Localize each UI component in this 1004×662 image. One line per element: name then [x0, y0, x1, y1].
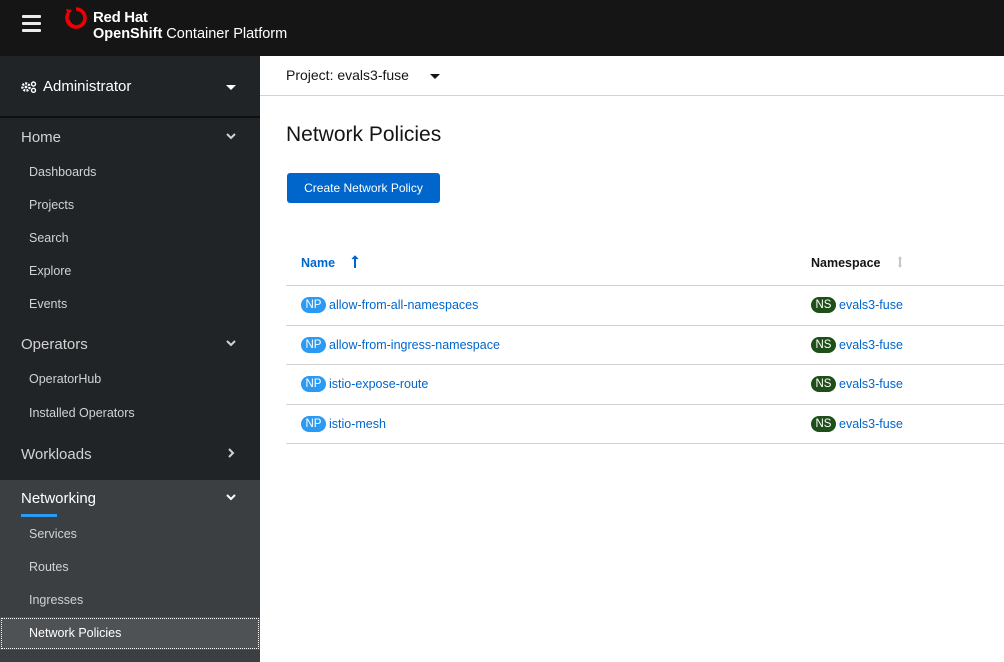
column-header-namespace[interactable]: Namespace — [811, 256, 881, 270]
table-header: Name Namespace — [286, 242, 1004, 286]
brand-product: OpenShift Container Platform — [93, 26, 287, 42]
nav-item-search[interactable]: Search — [0, 222, 260, 255]
nav-item-explore[interactable]: Explore — [0, 255, 260, 288]
nav-item-label: Projects — [29, 198, 75, 212]
caret-down-icon[interactable] — [430, 74, 440, 79]
masthead: Red Hat OpenShift Container Platform — [0, 0, 1004, 56]
namespace-link[interactable]: evals3-fuse — [839, 297, 903, 313]
namespace-link[interactable]: evals3-fuse — [839, 337, 903, 353]
nav-section-operators: Operators OperatorHub Installed Operator… — [0, 325, 260, 431]
project-selector[interactable]: Project: evals3-fuse — [286, 67, 409, 83]
nav-item-installed-operators[interactable]: Installed Operators — [0, 397, 260, 431]
np-badge: NP — [301, 297, 326, 313]
redhat-logo-icon — [65, 7, 87, 29]
nav-header-workloads[interactable]: Workloads — [0, 435, 260, 475]
nav-header-operators[interactable]: Operators — [0, 325, 260, 363]
nav-item-ingresses[interactable]: Ingresses — [0, 584, 260, 617]
nav-item-label: Services — [29, 527, 77, 541]
np-badge: NP — [301, 376, 326, 392]
nav-item-dashboards[interactable]: Dashboards — [0, 156, 260, 189]
sort-icon[interactable] — [896, 255, 904, 269]
nav-item-events[interactable]: Events — [0, 288, 260, 321]
ns-badge: NS — [811, 297, 836, 313]
policy-name-link[interactable]: istio-mesh — [329, 416, 386, 432]
create-network-policy-button[interactable]: Create Network Policy — [287, 173, 440, 203]
main-content: Project: evals3-fuse Network Policies Cr… — [260, 56, 1004, 662]
brand-product-bold: OpenShift — [93, 26, 163, 42]
nav-section-workloads: Workloads — [0, 435, 260, 475]
nav-item-projects[interactable]: Projects — [0, 189, 260, 222]
chevron-down-icon — [226, 494, 236, 501]
nav-item-network-policies[interactable]: Network Policies — [0, 617, 260, 650]
policy-name-link[interactable]: allow-from-all-namespaces — [329, 297, 478, 313]
chevron-down-icon — [226, 133, 236, 140]
brand-redhat: Red Hat — [93, 9, 148, 26]
nav-item-label: Installed Operators — [29, 406, 135, 420]
active-section-indicator — [21, 514, 57, 517]
project-bar: Project: evals3-fuse — [260, 56, 1004, 96]
nav-header-label: Workloads — [21, 446, 92, 463]
perspective-label: Administrator — [43, 78, 132, 95]
page-title: Network Policies — [286, 123, 442, 146]
nav-item-label: Events — [29, 297, 68, 311]
column-header-name[interactable]: Name — [301, 256, 335, 270]
network-policies-table: Name Namespace NP allow-from-all-namespa… — [286, 242, 1004, 444]
chevron-down-icon — [226, 340, 236, 347]
nav-item-label: Search — [29, 231, 69, 245]
ns-badge: NS — [811, 415, 836, 432]
sidebar: Administrator Home Dashboards Projects S… — [0, 56, 260, 662]
caret-down-icon — [226, 85, 236, 90]
table-row: NP istio-expose-route NS evals3-fuse — [286, 365, 1004, 405]
policy-name-link[interactable]: istio-expose-route — [329, 376, 428, 392]
np-badge: NP — [301, 415, 326, 432]
namespace-link[interactable]: evals3-fuse — [839, 376, 903, 392]
nav-section-home: Home Dashboards Projects Search Explore … — [0, 118, 260, 321]
nav-header-home[interactable]: Home — [0, 118, 260, 156]
sort-ascending-icon[interactable] — [351, 255, 359, 269]
nav-item-label: Routes — [29, 560, 69, 574]
nav-item-label: Network Policies — [29, 626, 122, 640]
policy-name-link[interactable]: allow-from-ingress-namespace — [329, 337, 500, 353]
hamburger-icon[interactable] — [22, 15, 42, 33]
nav-header-label: Networking — [21, 490, 97, 507]
nav-header-label: Operators — [21, 336, 88, 353]
nav-item-routes[interactable]: Routes — [0, 551, 260, 584]
np-badge: NP — [301, 336, 326, 353]
brand-product-rest: Container Platform — [162, 26, 288, 42]
nav-item-label: Explore — [29, 264, 72, 278]
table-row: NP istio-mesh NS evals3-fuse — [286, 405, 1004, 444]
nav-header-networking[interactable]: Networking — [0, 480, 260, 518]
nav-item-label: Ingresses — [29, 593, 84, 607]
table-row: NP allow-from-all-namespaces NS evals3-f… — [286, 286, 1004, 326]
nav-item-operatorhub[interactable]: OperatorHub — [0, 363, 260, 397]
nav-section-networking: Networking Services Routes Ingresses Net… — [0, 480, 260, 662]
nav-item-label: OperatorHub — [29, 372, 102, 386]
table-row: NP allow-from-ingress-namespace NS evals… — [286, 326, 1004, 365]
cogs-icon — [21, 81, 37, 93]
nav-header-label: Home — [21, 129, 62, 146]
ns-badge: NS — [811, 336, 836, 353]
ns-badge: NS — [811, 376, 836, 392]
namespace-link[interactable]: evals3-fuse — [839, 416, 903, 432]
nav-item-label: Dashboards — [29, 165, 97, 179]
nav-item-services[interactable]: Services — [0, 518, 260, 551]
perspective-switcher[interactable]: Administrator — [0, 56, 260, 118]
chevron-right-icon — [228, 448, 235, 458]
